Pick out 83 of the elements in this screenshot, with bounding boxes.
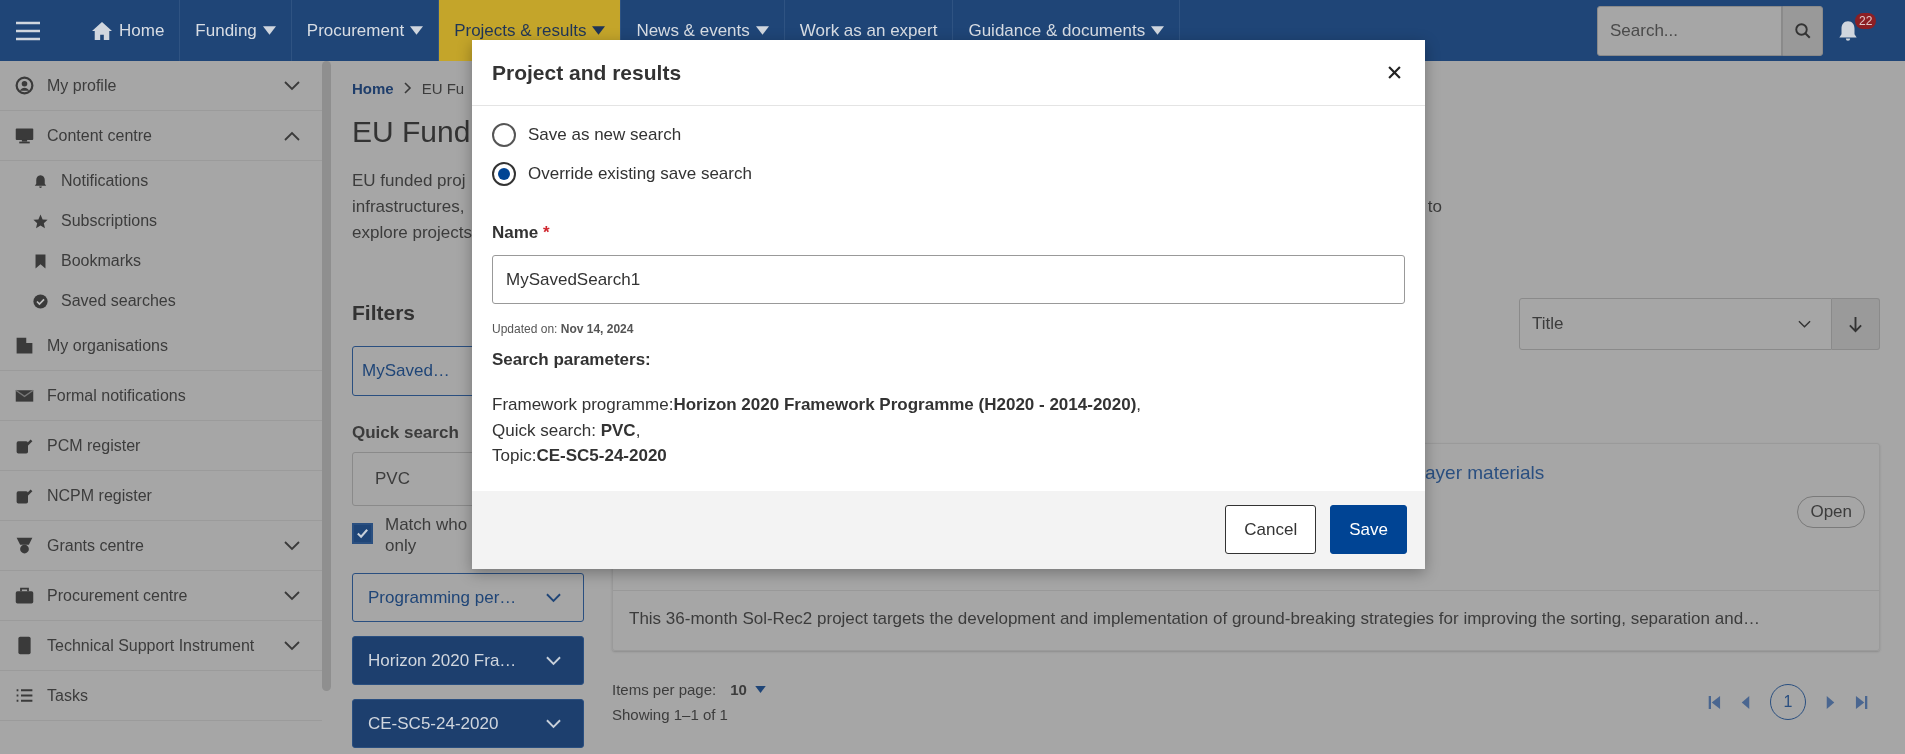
filter-dropdown[interactable]: CE-SC5-24-2020 — [352, 699, 584, 748]
chevron-down-icon[interactable] — [284, 80, 300, 91]
parameter-text: Framework programme:Horizon 2020 Framework Programme (H2020 - 2014-2020), — [492, 394, 1143, 416]
scrollbar[interactable] — [322, 61, 331, 691]
description-text: explore projects — [352, 222, 472, 244]
bell-icon — [32, 172, 49, 190]
items-per-page-select[interactable]: 10 — [730, 681, 766, 698]
building-icon — [14, 335, 35, 356]
chevron-down-icon — [546, 718, 561, 729]
breadcrumb-link[interactable]: Home — [352, 79, 394, 97]
caret-down-icon — [754, 686, 766, 693]
caret-down-icon — [262, 26, 276, 35]
breadcrumb-current: EU Fu — [421, 79, 465, 97]
chevron-down-icon — [1798, 320, 1811, 328]
sidebar-subitem[interactable]: Notifications — [0, 161, 322, 201]
user-icon — [14, 75, 35, 96]
notification-badge: 22 — [1855, 12, 1877, 29]
quick-search-label: Quick search — [352, 423, 459, 444]
chevron-down-icon — [546, 592, 561, 603]
sidebar-item[interactable]: PCM register — [0, 421, 322, 471]
radio-button[interactable] — [492, 122, 516, 147]
sort-select[interactable]: Title — [1519, 298, 1832, 350]
check-circle-icon — [32, 292, 49, 310]
home-icon — [91, 20, 113, 41]
description-text: EU funded proj — [352, 170, 466, 192]
page-title: EU Fund — [352, 114, 471, 150]
sidebar-item[interactable]: Tasks — [0, 671, 322, 721]
sidebar-item[interactable]: Content centre — [0, 111, 322, 161]
sidebar-subitem[interactable]: Bookmarks — [0, 241, 322, 281]
results-count: Showing 1–1 of 1 — [612, 706, 729, 723]
required-mark: * — [543, 223, 550, 242]
sidebar-item[interactable]: Procurement centre — [0, 571, 322, 621]
close-icon[interactable] — [1388, 66, 1401, 79]
menu-icon[interactable] — [16, 20, 40, 41]
dialog-title: Project and results — [492, 60, 682, 85]
sidebar-subitem[interactable]: Saved searches — [0, 281, 322, 321]
updated-date-text: Updated on: Nov 14, 2024 — [492, 322, 635, 336]
field-label: Name — [492, 223, 539, 242]
sidebar-subitem[interactable]: Subscriptions — [0, 201, 322, 241]
sidebar-item[interactable]: Technical Support Instrument — [0, 621, 322, 671]
checkbox[interactable] — [352, 523, 373, 544]
description-text: infrastructures, — [352, 196, 465, 218]
caret-down-icon — [755, 26, 769, 35]
chevron-down-icon[interactable] — [284, 540, 300, 551]
radio-label: Save as new search — [528, 124, 682, 145]
sidebar-item[interactable]: My organisations — [0, 321, 322, 371]
chevron-down-icon[interactable] — [284, 590, 300, 601]
description-text: to — [1427, 196, 1442, 218]
filter-dropdown[interactable]: Horizon 2020 Fra… — [352, 636, 584, 685]
medal-icon — [14, 535, 35, 556]
chevron-down-icon — [546, 655, 561, 666]
search-field[interactable]: Search... — [1597, 5, 1782, 56]
search-icon — [1793, 21, 1812, 40]
star-icon — [32, 212, 49, 230]
chevron-down-icon[interactable] — [284, 640, 300, 651]
nav-link[interactable]: Home — [76, 0, 181, 61]
radio-label: Override existing save search — [528, 163, 752, 184]
save-button[interactable]: Save — [1330, 505, 1407, 554]
name-field[interactable]: MySavedSearch1 — [492, 255, 1405, 304]
caret-down-icon — [592, 26, 606, 35]
chevron-right-icon — [403, 82, 412, 94]
radio-button[interactable] — [492, 161, 516, 186]
parameter-text: Topic:CE-SC5-24-2020 — [492, 445, 668, 467]
items-per-page-label: Items per page: — [612, 681, 717, 698]
filter-dropdown[interactable]: Programming per… — [352, 573, 584, 622]
arrow-down-icon — [1848, 315, 1863, 333]
search-button[interactable] — [1782, 5, 1823, 56]
sidebar-item[interactable]: Formal notifications — [0, 371, 322, 421]
briefcase-icon — [14, 585, 35, 606]
sidebar-item[interactable]: Grants centre — [0, 521, 322, 571]
result-title-link[interactable]: ayer materials — [1425, 462, 1865, 484]
parameter-text: Quick search: PVC, — [492, 419, 642, 442]
chevron-up-icon[interactable] — [284, 130, 300, 141]
checkbox-label: Match who only — [385, 514, 469, 556]
caret-down-icon — [1151, 26, 1165, 35]
nav-link[interactable]: Funding — [180, 0, 292, 61]
cancel-button[interactable]: Cancel — [1225, 505, 1317, 554]
sidebar-item[interactable]: NCPM register — [0, 471, 322, 521]
result-description: This 36-month Sol-Rec2 project targets the development and implementation of ground-breaking strategies for improving the sorting, separation and… — [628, 608, 1762, 630]
filters-heading: Filters — [352, 300, 417, 326]
caret-down-icon — [410, 26, 424, 35]
checkmark-icon — [355, 526, 370, 541]
sidebar-item[interactable]: My profile — [0, 61, 322, 111]
